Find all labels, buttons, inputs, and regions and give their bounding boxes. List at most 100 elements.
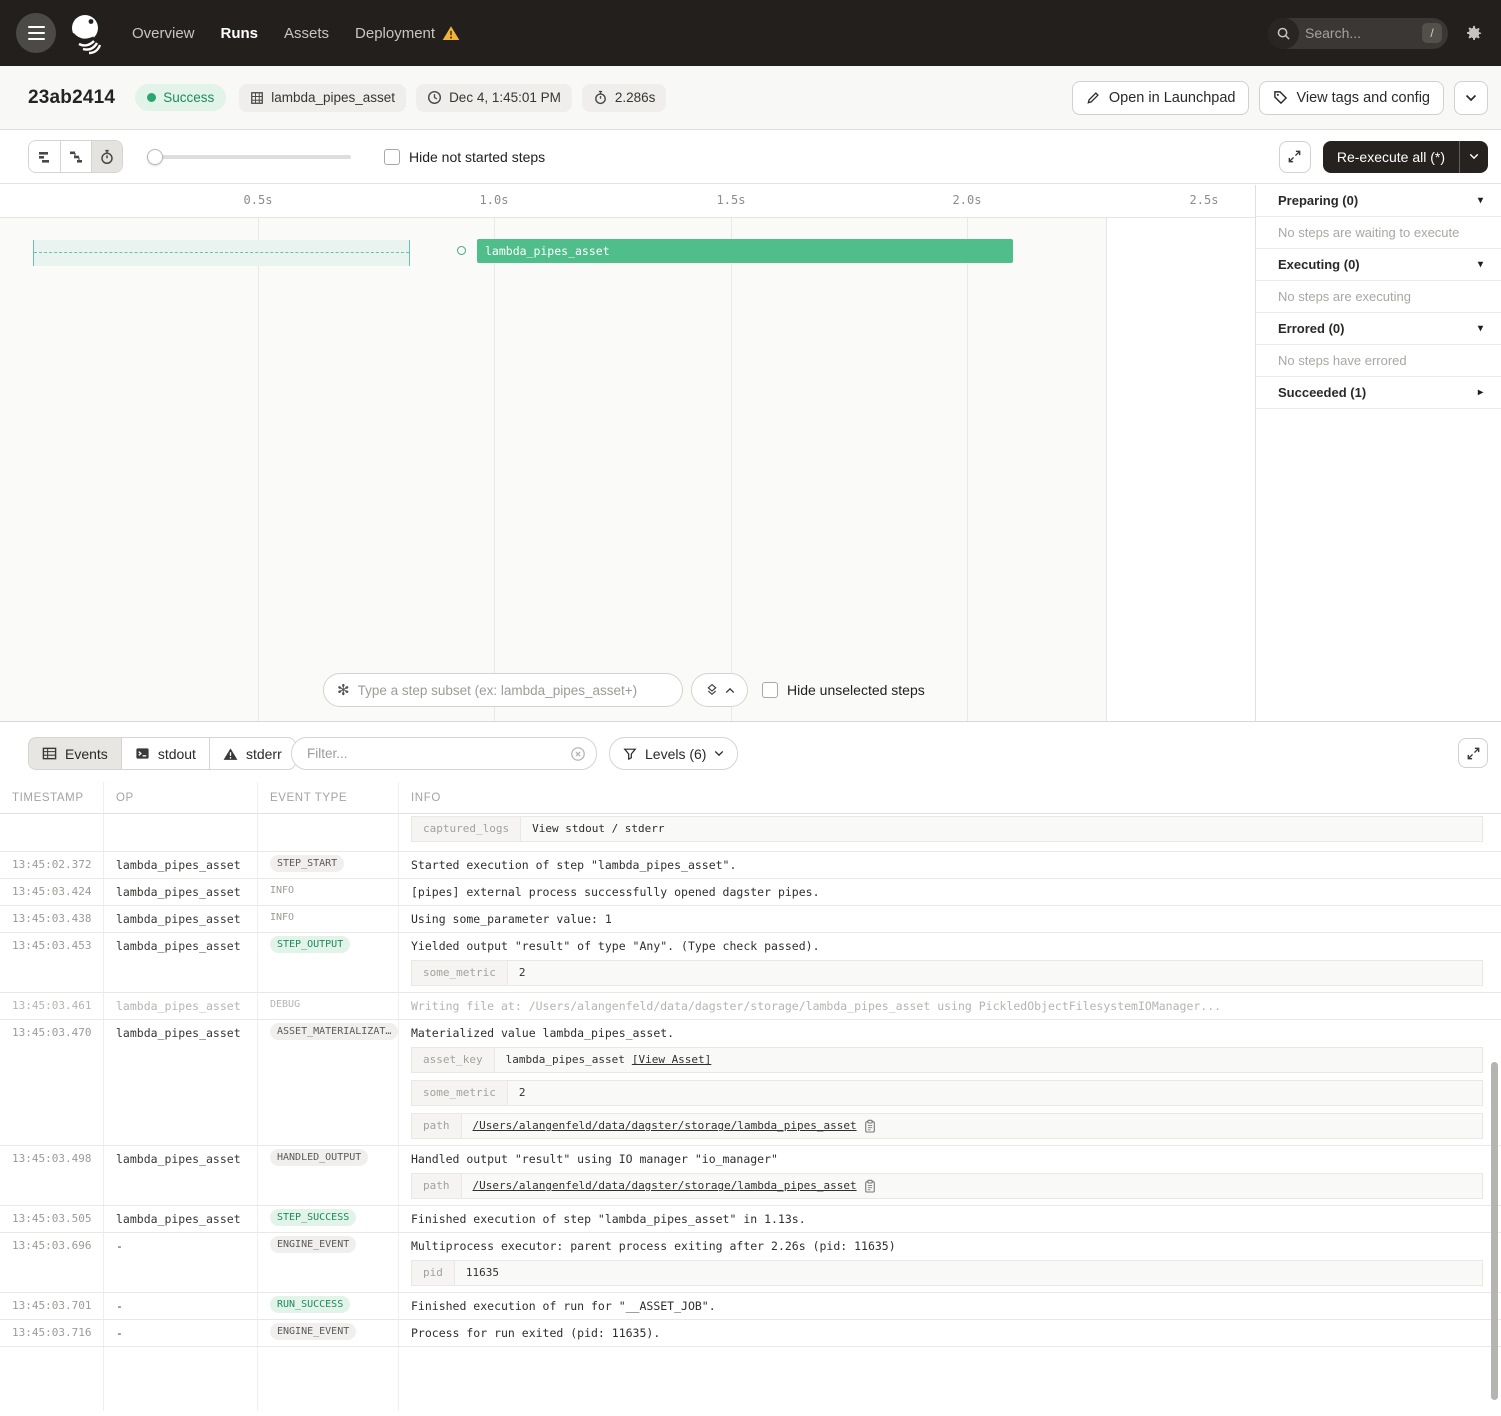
log-op: lambda_pipes_asset (104, 1020, 258, 1145)
menu-button[interactable] (16, 13, 56, 53)
log-timestamp: 13:45:03.716 (0, 1320, 104, 1346)
flat-view-button[interactable] (29, 141, 60, 172)
graph-query-toggle-button[interactable] (691, 673, 748, 707)
log-info: Materialized value lambda_pipes_asset.as… (399, 1020, 1501, 1145)
timing-view-button[interactable] (91, 141, 122, 172)
filler-cell (104, 1347, 258, 1411)
filler-cell (399, 1347, 1501, 1411)
log-timestamp: 13:45:03.438 (0, 906, 104, 932)
metadata-row: captured_logsView stdout / stderr (411, 816, 1483, 842)
hide-unselected-checkbox[interactable]: Hide unselected steps (762, 682, 925, 698)
nav-item-label: Overview (132, 25, 195, 42)
sidebar-section-succeeded[interactable]: Succeeded (1)▸ (1256, 377, 1501, 409)
run-actions-dropdown-button[interactable] (1454, 81, 1488, 115)
log-message: Using some_parameter value: 1 (411, 912, 1483, 926)
axis-tick-label: 1.0s (480, 193, 509, 207)
gantt-toolbar: Hide not started steps Re-execute all (*… (0, 130, 1501, 184)
step-subset-box[interactable]: ✻ (323, 673, 683, 707)
metadata-key: some_metric (412, 1081, 508, 1105)
sidebar-section-title: Preparing (0) (1278, 193, 1358, 208)
status-badge: Success (135, 84, 226, 111)
view-tags-config-button[interactable]: View tags and config (1259, 81, 1444, 115)
metadata-key: asset_key (412, 1048, 495, 1072)
pencil-icon (1086, 90, 1101, 105)
status-label: Success (163, 90, 214, 105)
nav-item-deployment[interactable]: Deployment (355, 25, 460, 42)
open-in-launchpad-button[interactable]: Open in Launchpad (1072, 81, 1250, 115)
sidebar-section-body: No steps are executing (1256, 281, 1501, 313)
reexecute-dropdown-caret[interactable] (1459, 141, 1488, 173)
slider-knob[interactable] (147, 149, 163, 165)
event-type-badge: HANDLED_OUTPUT (270, 1149, 368, 1166)
log-event-type: INFO (258, 879, 399, 905)
run-tag[interactable]: lambda_pipes_asset (239, 84, 406, 112)
gantt-toolbar-right: Re-execute all (*) (1279, 141, 1488, 173)
deployment-warning-icon (442, 25, 460, 41)
search-input[interactable] (1299, 25, 1422, 41)
step-subset-input[interactable] (358, 683, 670, 698)
metadata-link[interactable]: /Users/alangenfeld/data/dagster/storage/… (473, 1119, 857, 1133)
log-table-filler (0, 1347, 1501, 1411)
logs-fullscreen-button[interactable] (1458, 738, 1488, 768)
sidebar-section-errored[interactable]: Errored (0)▾ (1256, 313, 1501, 345)
chevron-up-icon (725, 687, 735, 694)
event-type-badge: ENGINE_EVENT (270, 1236, 356, 1253)
logs-scrollbar-thumb[interactable] (1491, 1062, 1498, 1400)
metadata-row: some_metric2 (411, 1080, 1483, 1106)
tab-stdout[interactable]: stdout (121, 737, 210, 770)
run-tag[interactable]: 2.286s (582, 84, 667, 112)
metadata-value: /Users/alangenfeld/data/dagster/storage/… (462, 1114, 1483, 1138)
sidebar-section-preparing[interactable]: Preparing (0)▾ (1256, 185, 1501, 217)
metadata-link[interactable]: /Users/alangenfeld/data/dagster/storage/… (473, 1179, 857, 1193)
waterfall-view-button[interactable] (60, 141, 91, 172)
copy-icon[interactable] (864, 1119, 876, 1133)
gantt-fullscreen-button[interactable] (1279, 141, 1311, 173)
search-box[interactable]: / (1268, 18, 1448, 49)
gantt-step-bar[interactable]: lambda_pipes_asset (477, 239, 1013, 263)
run-header: 23ab2414 Success lambda_pipes_asset Dec 4… (0, 66, 1501, 130)
nav-item-assets[interactable]: Assets (284, 25, 329, 42)
log-filter-input[interactable] (307, 746, 570, 761)
log-column-header: TIMESTAMP (0, 782, 104, 813)
log-info: Writing file at: /Users/alangenfeld/data… (399, 993, 1501, 1019)
metadata-value: 2 (508, 961, 1482, 985)
chevron-down-icon (714, 750, 724, 757)
gantt-view-mode-group (28, 140, 123, 173)
log-message: Multiprocess executor: parent process ex… (411, 1239, 1483, 1253)
clear-filter-icon[interactable] (570, 746, 586, 762)
metadata-link[interactable]: View stdout / stderr (532, 822, 664, 836)
levels-filter-button[interactable]: Levels (6) (609, 737, 738, 770)
checkbox-box[interactable] (384, 149, 400, 165)
run-tag[interactable]: Dec 4, 1:45:01 PM (416, 84, 572, 112)
checkbox-box[interactable] (762, 682, 778, 698)
run-id: 23ab2414 (28, 87, 115, 109)
log-timestamp: 13:45:03.701 (0, 1293, 104, 1319)
slider-track[interactable] (147, 155, 351, 159)
nav-item-overview[interactable]: Overview (132, 25, 195, 42)
log-timestamp: 13:45:03.453 (0, 933, 104, 992)
job-grid-icon (250, 91, 264, 105)
log-message: Handled output "result" using IO manager… (411, 1152, 1483, 1166)
hide-not-started-checkbox[interactable]: Hide not started steps (384, 149, 545, 165)
dagster-run-page: Overview Runs Assets Deployment / 23ab2414 … (0, 0, 1501, 1416)
tab-stderr[interactable]: stderr (209, 737, 296, 770)
log-timestamp: 13:45:02.372 (0, 852, 104, 878)
metadata-key: path (412, 1114, 462, 1138)
tab-events[interactable]: Events (28, 737, 122, 770)
metadata-text: lambda_pipes_asset (506, 1053, 625, 1067)
gantt-footer-controls: ✻ Hide unselected steps (323, 673, 925, 707)
metadata-link[interactable]: [View Asset] (632, 1053, 711, 1067)
settings-gear-icon[interactable] (1464, 24, 1483, 43)
main-nav: Overview Runs Assets Deployment (132, 25, 460, 42)
log-row: 13:45:03.470lambda_pipes_assetASSET_MATE… (0, 1020, 1501, 1146)
metadata-key: path (412, 1174, 462, 1198)
nav-item-runs[interactable]: Runs (221, 25, 259, 42)
gantt-zoom-slider[interactable] (147, 149, 351, 165)
gridline (258, 218, 259, 721)
log-filter-box[interactable] (291, 737, 597, 770)
log-event-type: ENGINE_EVENT (258, 1320, 399, 1346)
copy-icon[interactable] (864, 1179, 876, 1193)
sidebar-section-executing[interactable]: Executing (0)▾ (1256, 249, 1501, 281)
metadata-row: asset_key lambda_pipes_asset [View Asset] (411, 1047, 1483, 1073)
reexecute-all-button[interactable]: Re-execute all (*) (1323, 141, 1488, 173)
